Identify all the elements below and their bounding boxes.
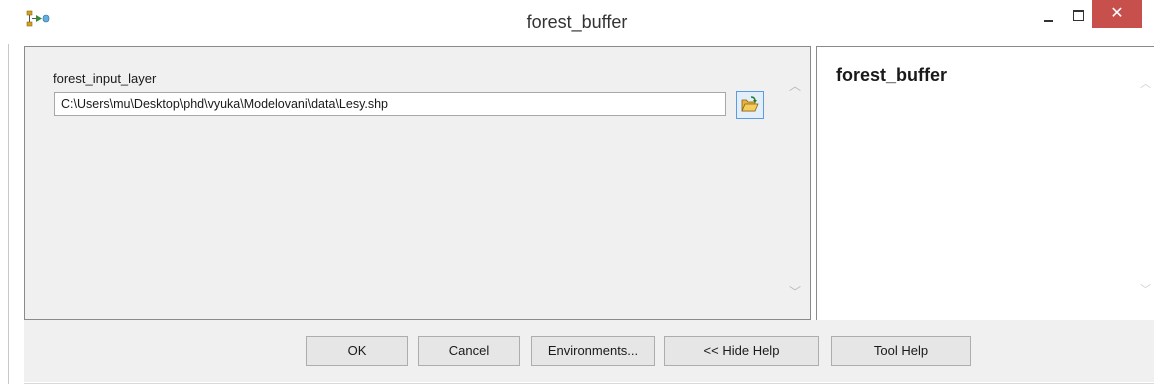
help-panel: forest_buffer ︿ ﹀ (816, 46, 1154, 320)
scroll-up-arrow-icon[interactable]: ︿ (789, 77, 801, 94)
help-title: forest_buffer (836, 65, 948, 85)
window-title: forest_buffer (526, 12, 628, 32)
help-scroll-up-arrow-icon[interactable]: ︿ (1140, 75, 1151, 91)
window-bottom-border (24, 383, 1154, 384)
forest-input-layer-label: forest_input_layer (53, 71, 157, 86)
forest-input-layer-field[interactable] (54, 92, 726, 116)
browse-button[interactable] (736, 91, 764, 119)
maximize-icon (1073, 10, 1084, 21)
open-folder-icon (741, 96, 759, 112)
minimize-button[interactable] (1036, 4, 1062, 28)
minimize-icon (1044, 20, 1053, 22)
parameters-panel: forest_input_layer ︿ ﹀ (24, 46, 811, 320)
ok-button[interactable]: OK (306, 336, 408, 366)
close-icon: ✕ (1110, 5, 1124, 22)
title-bar[interactable]: forest_buffer ✕ (0, 0, 1154, 46)
hide-help-button[interactable]: << Hide Help (664, 336, 819, 366)
close-button[interactable]: ✕ (1092, 0, 1142, 28)
tool-dialog-window: forest_buffer ✕ forest_input_layer ︿ ﹀ f… (0, 0, 1154, 388)
scroll-down-arrow-icon[interactable]: ﹀ (789, 283, 801, 300)
window-left-border (8, 44, 9, 384)
help-scroll-down-arrow-icon[interactable]: ﹀ (1140, 281, 1151, 297)
cancel-button[interactable]: Cancel (418, 336, 520, 366)
maximize-button[interactable] (1066, 4, 1092, 28)
environments-button[interactable]: Environments... (531, 336, 655, 366)
tool-help-button[interactable]: Tool Help (831, 336, 971, 366)
